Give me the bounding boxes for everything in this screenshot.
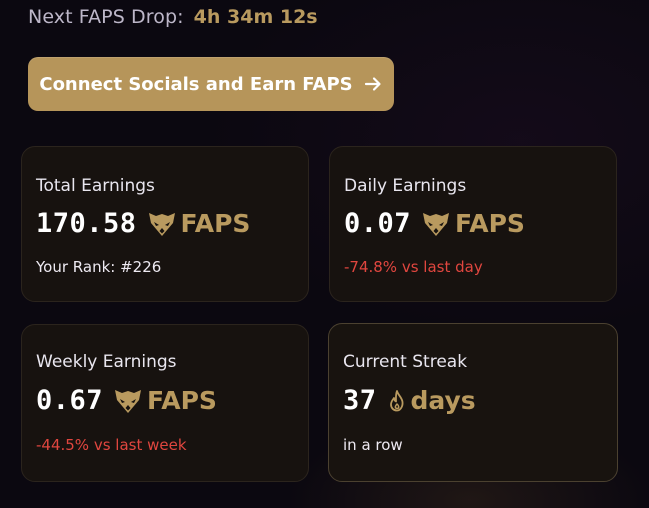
current-streak-title: Current Streak <box>343 352 468 372</box>
days-unit-label: days <box>410 386 476 415</box>
total-earnings-card: Total Earnings 170.58 FAPS Your Rank: #2… <box>21 146 309 302</box>
flame-icon <box>389 389 403 411</box>
weekly-earnings-value: 0.67 <box>36 385 104 416</box>
faps-unit-label: FAPS <box>147 386 217 415</box>
next-drop-countdown: 4h 34m 12s <box>193 6 318 28</box>
streak-sub-text: in a row <box>343 436 403 454</box>
current-streak-card: Current Streak 37 days in a row <box>328 323 618 482</box>
connect-socials-label: Connect Socials and Earn FAPS <box>39 73 353 95</box>
faps-unit-label: FAPS <box>455 209 525 238</box>
fox-icon <box>148 212 175 236</box>
fox-icon <box>423 212 450 236</box>
faps-token: FAPS <box>147 209 251 238</box>
next-drop-label: Next FAPS Drop: <box>28 6 184 28</box>
faps-token: FAPS <box>113 386 217 415</box>
daily-earnings-value: 0.07 <box>344 208 412 239</box>
current-streak-value-row: 37 days <box>343 385 476 416</box>
daily-earnings-card: Daily Earnings 0.07 FAPS -74.8% vs last … <box>329 146 617 302</box>
weekly-earnings-value-row: 0.67 FAPS <box>36 385 217 416</box>
connect-socials-button[interactable]: Connect Socials and Earn FAPS <box>28 57 394 111</box>
daily-earnings-value-row: 0.07 FAPS <box>344 208 525 239</box>
fox-icon <box>115 389 142 413</box>
daily-earnings-title: Daily Earnings <box>344 176 467 196</box>
weekly-earnings-title: Weekly Earnings <box>36 352 177 372</box>
next-drop-row: Next FAPS Drop: 4h 34m 12s <box>28 6 318 34</box>
total-earnings-title: Total Earnings <box>36 176 155 196</box>
arrow-right-icon <box>363 74 383 94</box>
total-earnings-value: 170.58 <box>36 208 137 239</box>
current-streak-value: 37 <box>343 385 377 416</box>
streak-unit: days <box>387 386 476 415</box>
faps-unit-label: FAPS <box>180 209 251 238</box>
daily-change-text: -74.8% vs last day <box>344 258 483 276</box>
rank-text: Your Rank: #226 <box>36 258 162 276</box>
weekly-change-text: -44.5% vs last week <box>36 436 187 454</box>
weekly-earnings-card: Weekly Earnings 0.67 FAPS -44.5% vs last… <box>21 324 309 482</box>
total-earnings-value-row: 170.58 FAPS <box>36 208 250 239</box>
earnings-dashboard: Next FAPS Drop: 4h 34m 12s Connect Socia… <box>0 0 649 508</box>
faps-token: FAPS <box>421 209 525 238</box>
